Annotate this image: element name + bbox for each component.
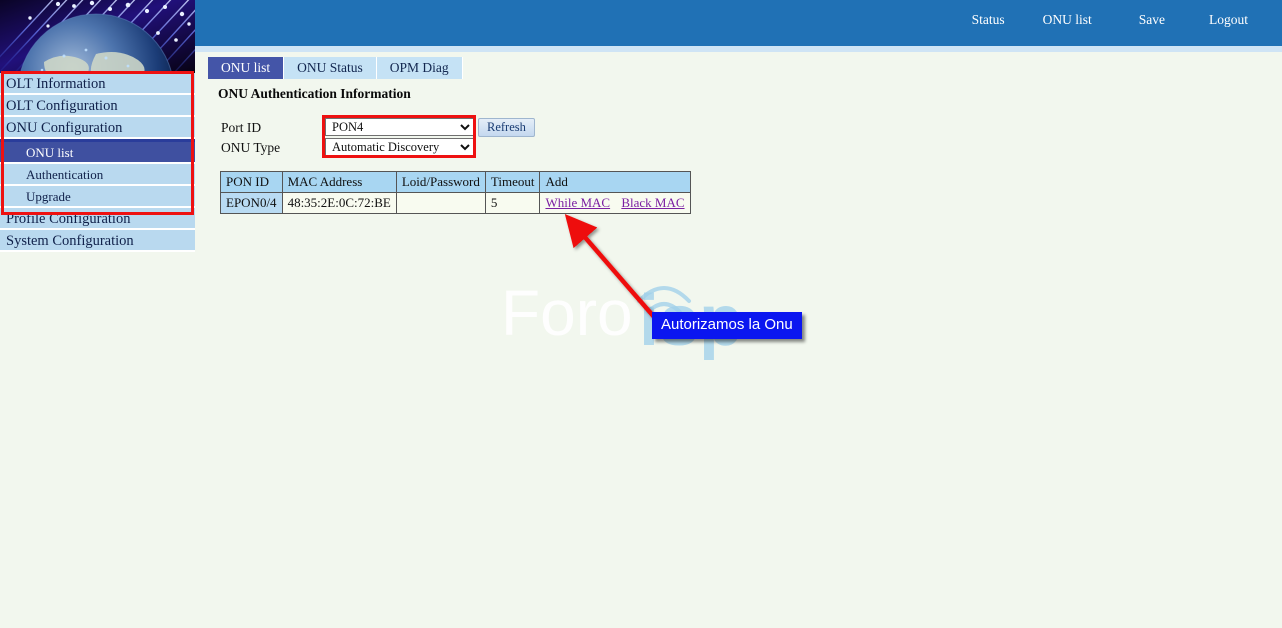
cell-timeout: 5 — [485, 193, 540, 214]
th-mac-address: MAC Address — [282, 172, 396, 193]
cell-loid-password — [396, 193, 485, 214]
nav-onu-list-link[interactable]: ONU list — [1043, 12, 1092, 28]
top-navigation: Status ONU list Save Logout — [972, 12, 1282, 28]
onu-type-label: ONU Type — [221, 140, 280, 156]
cell-add-actions: While MAC Black MAC — [540, 193, 690, 214]
tab-opm-diag[interactable]: OPM Diag — [377, 57, 463, 79]
black-mac-link[interactable]: Black MAC — [621, 195, 684, 210]
cell-mac-address: 48:35:2E:0C:72:BE — [282, 193, 396, 214]
nav-save-link[interactable]: Save — [1139, 12, 1165, 28]
top-header-bar: Status ONU list Save Logout — [195, 0, 1282, 46]
banner-image — [0, 0, 195, 73]
main-content: Foro isp ONU list ONU Status OPM Diag ON… — [195, 52, 1282, 623]
section-title: ONU Authentication Information — [218, 86, 411, 102]
sidebar-item-upgrade[interactable]: Upgrade — [0, 186, 195, 208]
sidebar-item-system-configuration[interactable]: System Configuration — [0, 230, 195, 252]
sidebar-item-profile-configuration[interactable]: Profile Configuration — [0, 208, 195, 230]
tab-onu-list[interactable]: ONU list — [208, 57, 284, 79]
port-id-select[interactable]: PON1PON2PON3PON4PON5PON6PON7PON8 — [325, 118, 474, 136]
onu-authentication-table: PON ID MAC Address Loid/Password Timeout… — [220, 171, 691, 214]
svg-text:isp: isp — [639, 281, 743, 361]
table-header-row: PON ID MAC Address Loid/Password Timeout… — [221, 172, 691, 193]
nav-status-link[interactable]: Status — [972, 12, 1005, 28]
refresh-button[interactable]: Refresh — [478, 118, 535, 137]
onu-type-select[interactable]: Automatic DiscoveryWhite MACBlack MACLOI… — [325, 138, 474, 156]
nav-logout-link[interactable]: Logout — [1209, 12, 1248, 28]
th-add: Add — [540, 172, 690, 193]
th-timeout: Timeout — [485, 172, 540, 193]
sidebar-menu: OLT Information OLT Configuration ONU Co… — [0, 73, 195, 252]
fiber-optic-globe-banner — [0, 0, 195, 73]
sidebar-item-authentication[interactable]: Authentication — [0, 164, 195, 186]
th-pon-id: PON ID — [221, 172, 283, 193]
tab-bar: ONU list ONU Status OPM Diag — [208, 55, 463, 79]
svg-text:Foro: Foro — [501, 277, 633, 349]
sidebar-item-olt-configuration[interactable]: OLT Configuration — [0, 95, 195, 117]
sidebar-item-onu-list[interactable]: ONU list — [0, 142, 195, 164]
tab-onu-status[interactable]: ONU Status — [284, 57, 377, 79]
sidebar-item-olt-information[interactable]: OLT Information — [0, 73, 195, 95]
table-row: EPON0/4 48:35:2E:0C:72:BE 5 While MAC Bl… — [221, 193, 691, 214]
port-id-label: Port ID — [221, 120, 261, 136]
cell-pon-id: EPON0/4 — [221, 193, 283, 214]
sidebar-item-onu-configuration[interactable]: ONU Configuration — [0, 117, 195, 139]
watermark-foroisp: Foro isp — [501, 257, 831, 387]
while-mac-link[interactable]: While MAC — [545, 195, 610, 210]
th-loid-password: Loid/Password — [396, 172, 485, 193]
